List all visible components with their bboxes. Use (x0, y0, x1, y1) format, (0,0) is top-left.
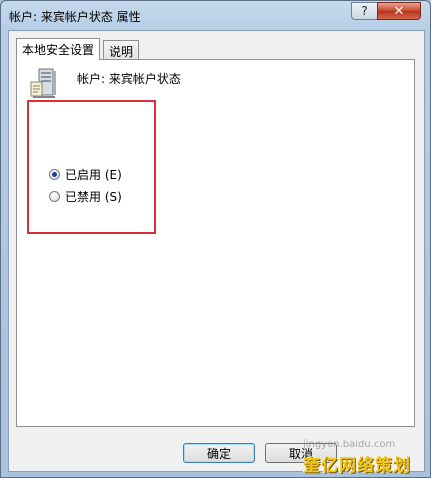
radio-enabled[interactable]: 已启用 (E) (49, 166, 122, 183)
window-title: 帐户: 来宾帐户状态 属性 (9, 10, 141, 24)
help-button[interactable]: ? (351, 2, 377, 20)
tab-explain[interactable]: 说明 (103, 40, 140, 60)
tab-local-security-setting[interactable]: 本地安全设置 (16, 38, 101, 60)
title-bar[interactable]: 帐户: 来宾帐户状态 属性 ? ✕ (1, 1, 430, 29)
radio-enabled-label: 已启用 (E) (65, 168, 122, 182)
radio-enabled-indicator[interactable] (49, 169, 60, 180)
help-icon: ? (361, 4, 368, 18)
dialog-client-area: 本地安全设置 说明 帐户: 来宾帐户状态 已启用 (E) 已禁用 (S) 确定 … (8, 30, 425, 472)
properties-dialog: 帐户: 来宾帐户状态 属性 ? ✕ 本地安全设置 说明 帐户: 来宾帐户状态 已… (0, 0, 431, 478)
cancel-button[interactable]: 取消 (265, 443, 337, 463)
radio-disabled-indicator[interactable] (49, 191, 60, 202)
policy-name: 帐户: 来宾帐户状态 (77, 72, 181, 86)
server-policy-icon (30, 68, 56, 98)
radio-disabled[interactable]: 已禁用 (S) (49, 188, 122, 205)
tab-panel: 帐户: 来宾帐户状态 已启用 (E) 已禁用 (S) (16, 59, 415, 427)
close-button[interactable]: ✕ (377, 2, 421, 20)
ok-button[interactable]: 确定 (183, 443, 255, 463)
close-icon: ✕ (393, 3, 405, 19)
radio-disabled-label: 已禁用 (S) (65, 190, 122, 204)
